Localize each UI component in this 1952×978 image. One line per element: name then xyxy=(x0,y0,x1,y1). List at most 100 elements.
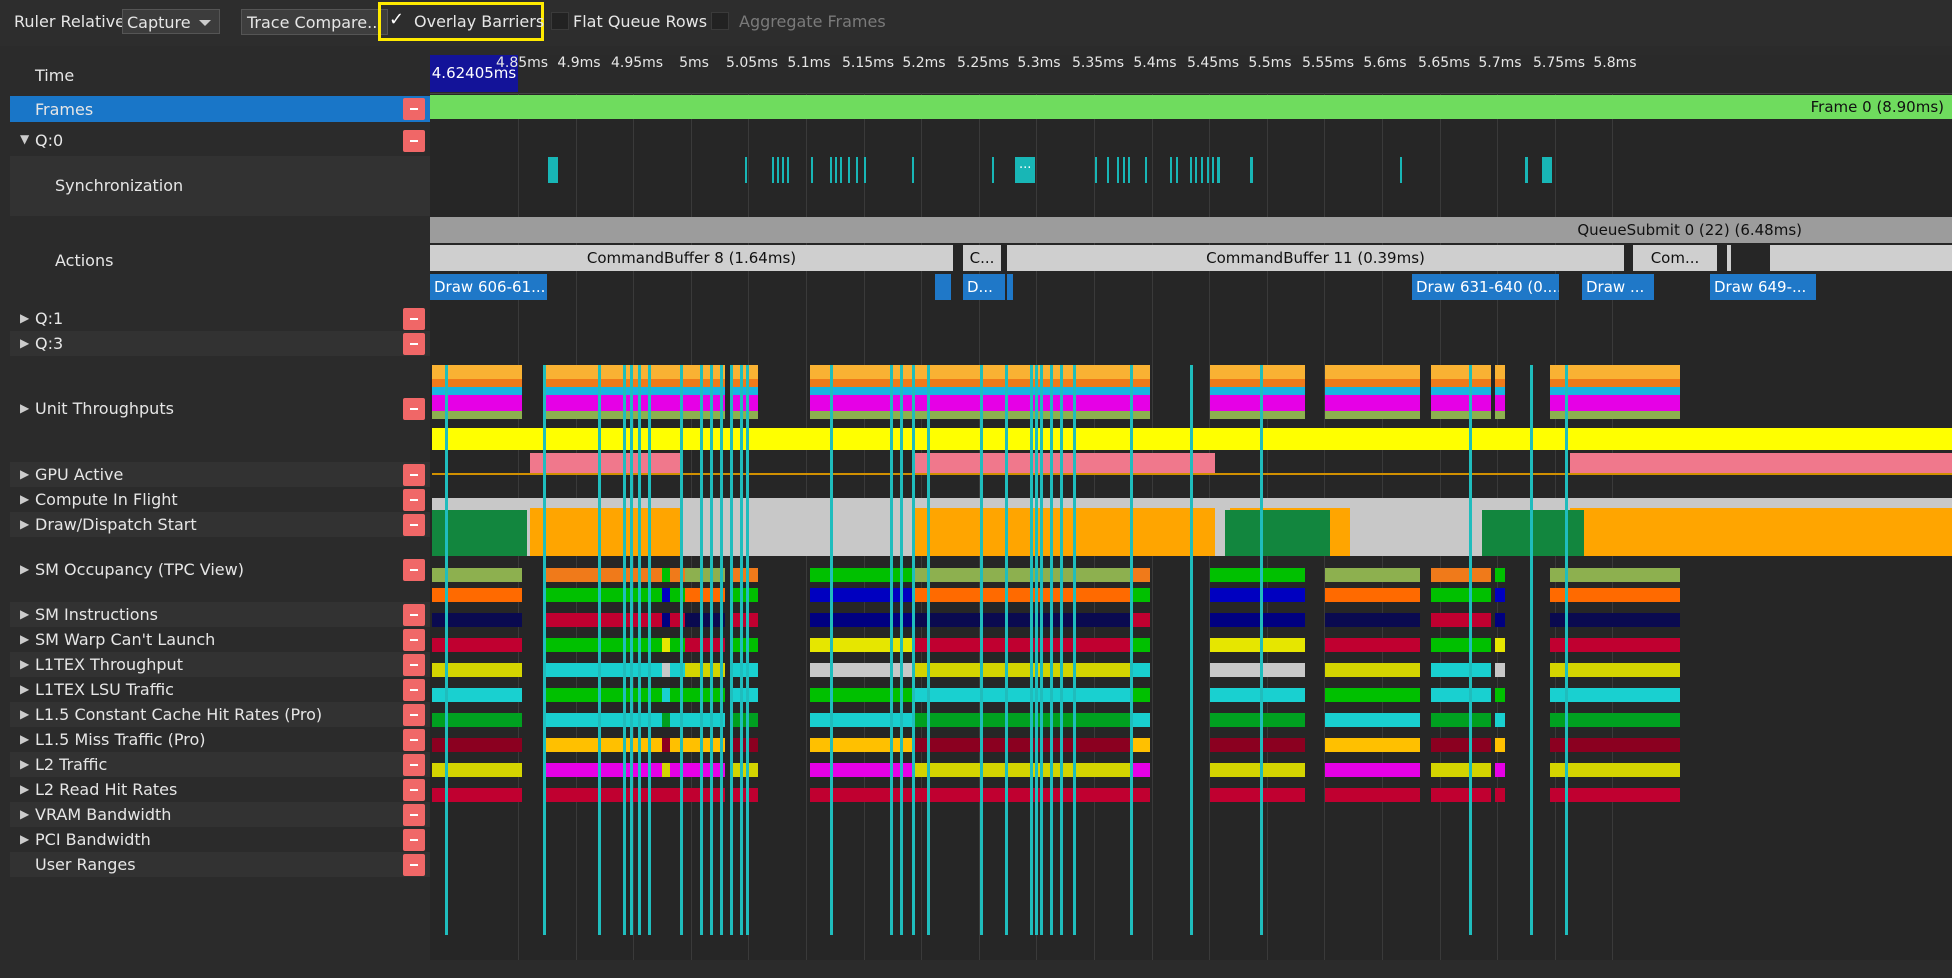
sync-marker[interactable] xyxy=(1176,157,1178,183)
remove-row-button[interactable] xyxy=(403,308,425,330)
remove-row-button[interactable] xyxy=(403,779,425,801)
sync-marker[interactable] xyxy=(848,157,850,183)
sync-marker[interactable] xyxy=(745,157,747,183)
expanded-triangle-icon[interactable]: ▼ xyxy=(20,132,29,146)
draw-range-bar[interactable]: Draw 631-640 (0.... xyxy=(1412,274,1559,300)
queue0-row[interactable]: ▼ Q:0 xyxy=(10,126,430,156)
remove-row-button[interactable] xyxy=(403,489,425,511)
expand-triangle-icon[interactable]: ▶ xyxy=(20,562,29,576)
expand-triangle-icon[interactable]: ▶ xyxy=(20,607,29,621)
aggregate-frames-checkbox[interactable] xyxy=(711,12,729,30)
metric-row[interactable]: ▶ L2 Traffic xyxy=(10,752,430,777)
sync-marker[interactable] xyxy=(811,157,813,183)
metric-row[interactable]: ▶ L1TEX LSU Traffic xyxy=(10,677,430,702)
sync-marker[interactable] xyxy=(1128,157,1130,183)
remove-row-button[interactable] xyxy=(403,854,425,876)
flat-queue-rows-label[interactable]: Flat Queue Rows xyxy=(573,12,707,31)
expand-triangle-icon[interactable]: ▶ xyxy=(20,517,29,531)
sync-marker[interactable] xyxy=(1212,157,1214,183)
sync-marker[interactable] xyxy=(835,157,837,183)
frame-bar[interactable]: Frame 0 (8.90ms) xyxy=(430,95,1952,119)
draw-range-bar[interactable]: Draw 649-... xyxy=(1710,274,1816,300)
command-buffer-bar[interactable] xyxy=(1727,245,1731,271)
expand-triangle-icon[interactable]: ▶ xyxy=(20,467,29,481)
metric-row[interactable]: User Ranges xyxy=(10,852,430,877)
remove-row-button[interactable] xyxy=(403,679,425,701)
sync-marker[interactable] xyxy=(1190,157,1192,183)
sync-marker[interactable] xyxy=(1542,157,1552,183)
sync-marker[interactable] xyxy=(1525,157,1528,183)
command-buffer-bar[interactable] xyxy=(1770,245,1952,271)
sync-marker[interactable] xyxy=(912,157,914,183)
expand-triangle-icon[interactable]: ▶ xyxy=(20,732,29,746)
metric-row[interactable]: ▶ L1.5 Miss Traffic (Pro) xyxy=(10,727,430,752)
remove-row-button[interactable] xyxy=(403,604,425,626)
sync-marker[interactable] xyxy=(782,157,784,183)
sync-marker[interactable] xyxy=(1250,157,1253,183)
remove-row-button[interactable] xyxy=(403,629,425,651)
metric-row[interactable]: ▶ L2 Read Hit Rates xyxy=(10,777,430,802)
checkmark-icon[interactable]: ✓ xyxy=(389,9,404,30)
metric-row[interactable]: ▶ SM Warp Can't Launch xyxy=(10,627,430,652)
draw-range-bar[interactable] xyxy=(935,274,951,300)
time-ruler[interactable]: 4.62405ms 4.85ms 4.9ms 4.95ms 5ms 5.05ms 5.1m… xyxy=(430,55,1952,94)
metric-row[interactable]: ▶ Q:1 xyxy=(10,306,430,331)
metric-row[interactable]: ▶ L1TEX Throughput xyxy=(10,652,430,677)
sync-marker[interactable] xyxy=(830,157,832,183)
expand-triangle-icon[interactable]: ▶ xyxy=(20,707,29,721)
sync-marker[interactable] xyxy=(787,157,789,183)
sync-marker[interactable] xyxy=(856,157,858,183)
sync-badge[interactable]: ... xyxy=(1015,157,1035,183)
sync-marker[interactable] xyxy=(1195,157,1197,183)
metric-row[interactable]: ▶ Draw/Dispatch Start xyxy=(10,512,430,537)
expand-triangle-icon[interactable]: ▶ xyxy=(20,657,29,671)
metric-row[interactable]: ▶ SM Occupancy (TPC View) xyxy=(10,537,430,602)
sync-marker[interactable] xyxy=(1217,157,1220,183)
sync-marker[interactable] xyxy=(1107,157,1109,183)
metric-row[interactable]: ▶ VRAM Bandwidth xyxy=(10,802,430,827)
expand-triangle-icon[interactable]: ▶ xyxy=(20,782,29,796)
expand-triangle-icon[interactable]: ▶ xyxy=(20,336,29,350)
remove-row-button[interactable] xyxy=(403,559,425,581)
sync-marker[interactable] xyxy=(1400,157,1402,183)
remove-row-button[interactable] xyxy=(403,333,425,355)
expand-triangle-icon[interactable]: ▶ xyxy=(20,807,29,821)
metric-row[interactable]: ▶ GPU Active xyxy=(10,462,430,487)
ruler-relative-combo[interactable]: Capture xyxy=(122,9,220,34)
sync-marker[interactable] xyxy=(1201,157,1203,183)
expand-triangle-icon[interactable]: ▶ xyxy=(20,492,29,506)
trace-compare-button[interactable]: Trace Compare... xyxy=(241,9,389,35)
metric-row[interactable]: ▶ SM Instructions xyxy=(10,602,430,627)
flat-queue-rows-checkbox[interactable] xyxy=(551,12,569,30)
expand-triangle-icon[interactable]: ▶ xyxy=(20,682,29,696)
sync-marker[interactable] xyxy=(777,157,779,183)
sync-marker[interactable] xyxy=(992,157,994,183)
command-buffer-bar[interactable]: C... xyxy=(963,245,1001,271)
remove-row-button[interactable] xyxy=(403,729,425,751)
metric-row[interactable]: ▶ L1.5 Constant Cache Hit Rates (Pro) xyxy=(10,702,430,727)
sync-marker[interactable] xyxy=(1145,157,1147,183)
remove-row-button[interactable] xyxy=(403,704,425,726)
expand-triangle-icon[interactable]: ▶ xyxy=(20,632,29,646)
remove-row-button[interactable] xyxy=(403,804,425,826)
sync-marker[interactable] xyxy=(864,157,866,183)
sync-marker[interactable] xyxy=(1117,157,1119,183)
remove-row-button[interactable] xyxy=(403,464,425,486)
command-buffer-bar[interactable]: Com... xyxy=(1633,245,1717,271)
sync-marker[interactable] xyxy=(1095,157,1097,183)
sync-marker[interactable] xyxy=(1170,157,1172,183)
remove-row-button[interactable] xyxy=(403,654,425,676)
metric-row[interactable]: ▶ Compute In Flight xyxy=(10,487,430,512)
queue-submit-bar[interactable]: QueueSubmit 0 (22) (6.48ms) xyxy=(430,217,1952,243)
draw-range-bar[interactable]: Draw 606-61... xyxy=(430,274,547,300)
command-buffer-bar[interactable]: CommandBuffer 8 (1.64ms) xyxy=(430,245,953,271)
remove-row-button[interactable] xyxy=(403,130,425,152)
remove-row-button[interactable] xyxy=(403,829,425,851)
remove-row-button[interactable] xyxy=(403,514,425,536)
remove-row-button[interactable] xyxy=(403,398,425,420)
expand-triangle-icon[interactable]: ▶ xyxy=(20,757,29,771)
sync-marker[interactable] xyxy=(840,157,842,183)
expand-triangle-icon[interactable]: ▶ xyxy=(20,401,29,415)
metric-row[interactable]: ▶ Unit Throughputs xyxy=(10,356,430,462)
remove-row-button[interactable] xyxy=(403,98,425,120)
